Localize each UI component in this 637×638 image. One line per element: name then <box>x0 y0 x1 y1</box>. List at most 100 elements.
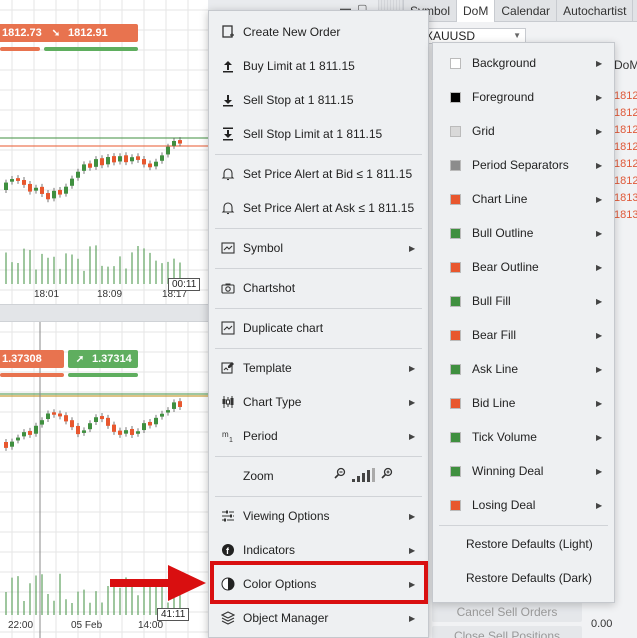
color-item-bull-fill[interactable]: Bull Fill ▶ <box>433 284 614 318</box>
candle <box>28 183 32 192</box>
zoom-step[interactable] <box>362 472 365 482</box>
zoom-out-icon[interactable] <box>334 467 346 482</box>
color-item-tick-volume[interactable]: Tick Volume ▶ <box>433 420 614 454</box>
buy-price-badge[interactable]: ➘ 1812.91 <box>44 24 138 42</box>
dom-price[interactable]: 1813 <box>614 190 637 207</box>
candle <box>124 430 128 434</box>
menu-item-symbol[interactable]: Symbol ▶ <box>209 231 428 265</box>
menu-item-viewing-options[interactable]: Viewing Options ▶ <box>209 499 428 533</box>
color-swatch <box>450 363 461 375</box>
menu-item-price-alert-ask[interactable]: Set Price Alert at Ask ≤ 1 811.15 <box>209 191 428 225</box>
zoom-step[interactable] <box>357 475 360 482</box>
color-item-foreground[interactable]: Foreground ▶ <box>433 80 614 114</box>
menu-item-object-manager[interactable]: Object Manager ▶ <box>209 601 428 635</box>
buy-spread-bar <box>68 373 138 377</box>
buy-price: 1812.91 <box>68 27 108 39</box>
color-item-bear-outline[interactable]: Bear Outline ▶ <box>433 250 614 284</box>
menu-item-label: Template <box>243 361 292 375</box>
dom-price[interactable]: 1812 <box>614 105 637 122</box>
menu-item-duplicate-chart[interactable]: Duplicate chart <box>209 311 428 345</box>
sell-price-badge[interactable]: 1.37308 <box>0 350 64 368</box>
candle <box>142 159 146 165</box>
candles-icon <box>220 394 236 410</box>
time-label: 18:09 <box>97 289 123 300</box>
dom-price[interactable]: 1813 <box>614 207 637 224</box>
sell-price-badge[interactable]: 1812.73 <box>0 24 48 42</box>
color-item-background[interactable]: Background ▶ <box>433 46 614 80</box>
restore-defaults-dark[interactable]: Restore Defaults (Dark) <box>433 561 614 595</box>
candle <box>94 159 98 167</box>
svg-text:m: m <box>222 430 229 439</box>
candle <box>4 182 8 190</box>
sell-price: 1.37308 <box>2 353 42 365</box>
menu-item-buy-limit[interactable]: Buy Limit at 1 811.15 <box>209 49 428 83</box>
chart-top[interactable]: 1812.73 ➘ 1812.91 18:01 18:09 18:17 00:11 <box>0 0 208 304</box>
color-swatch <box>450 227 461 239</box>
zoom-step[interactable] <box>367 469 370 482</box>
tab-autochartist[interactable]: Autochartist <box>557 0 634 22</box>
color-item-ask-line[interactable]: Ask Line ▶ <box>433 352 614 386</box>
duplicate-icon <box>220 320 236 336</box>
tab-dom[interactable]: DoM <box>457 0 496 22</box>
menu-item-period[interactable]: m1 Period ▶ <box>209 419 428 453</box>
color-item-winning-deal[interactable]: Winning Deal ▶ <box>433 454 614 488</box>
chevron-right-icon: ▶ <box>409 397 416 407</box>
tab-calendar[interactable]: Calendar <box>495 0 558 22</box>
chevron-right-icon: ▶ <box>409 545 416 555</box>
candle <box>88 423 92 430</box>
dom-price[interactable]: 1812 <box>614 122 637 139</box>
candle <box>118 430 122 435</box>
color-item-period-separators[interactable]: Period Separators ▶ <box>433 148 614 182</box>
menu-item-label: Period <box>243 429 278 443</box>
dom-price[interactable]: 1812 <box>614 139 637 156</box>
zoom-step[interactable] <box>372 467 375 482</box>
chart-top-canvas[interactable] <box>0 0 208 304</box>
buy-price-badge[interactable]: ➚ 1.37314 <box>68 350 138 368</box>
close-sell-positions-button[interactable]: Close Sell Positions <box>432 626 582 638</box>
candle <box>46 193 50 200</box>
time-label: 22:00 <box>8 620 34 631</box>
menu-separator <box>215 268 422 269</box>
color-item-bull-outline[interactable]: Bull Outline ▶ <box>433 216 614 250</box>
dom-price[interactable]: 1812 <box>614 88 637 105</box>
candle <box>52 412 56 415</box>
candle <box>154 417 158 425</box>
menu-item-sell-stop[interactable]: Sell Stop at 1 811.15 <box>209 83 428 117</box>
menu-item-price-alert-bid[interactable]: Set Price Alert at Bid ≤ 1 811.15 <box>209 157 428 191</box>
zoom-step[interactable] <box>352 478 355 482</box>
candle <box>40 420 44 425</box>
candle <box>34 187 38 191</box>
candle <box>160 413 164 417</box>
cancel-sell-orders-button[interactable]: Cancel Sell Orders <box>432 602 582 622</box>
menu-item-zoom: Zoom <box>209 459 428 493</box>
time-cursor-label: 41:11 <box>157 608 190 621</box>
candle <box>16 178 20 181</box>
candle <box>58 413 62 417</box>
menu-item-chart-type[interactable]: Chart Type ▶ <box>209 385 428 419</box>
time-cursor-label: 00:11 <box>168 278 201 291</box>
chart-icon <box>220 240 236 256</box>
color-item-label: Bull Fill <box>472 294 511 308</box>
dom-price[interactable]: 1812 <box>614 173 637 190</box>
menu-item-label: Chart Type <box>243 395 302 409</box>
buy-price: 1.37314 <box>92 353 132 365</box>
dom-price[interactable]: 1812 <box>614 156 637 173</box>
color-item-bid-line[interactable]: Bid Line ▶ <box>433 386 614 420</box>
candle <box>22 180 26 185</box>
chevron-right-icon: ▶ <box>596 432 603 442</box>
restore-defaults-light[interactable]: Restore Defaults (Light) <box>433 527 614 561</box>
color-item-grid[interactable]: Grid ▶ <box>433 114 614 148</box>
menu-item-create-new-order[interactable]: Create New Order <box>209 15 428 49</box>
color-item-chart-line[interactable]: Chart Line ▶ <box>433 182 614 216</box>
color-item-losing-deal[interactable]: Losing Deal ▶ <box>433 488 614 522</box>
zoom-level-slider[interactable] <box>352 467 375 482</box>
menu-item-sell-stop-limit[interactable]: Sell Stop Limit at 1 811.15 <box>209 117 428 151</box>
menu-item-label: Buy Limit at 1 811.15 <box>243 59 355 73</box>
menu-item-template[interactable]: Template ▶ <box>209 351 428 385</box>
menu-item-chartshot[interactable]: Chartshot <box>209 271 428 305</box>
color-item-bear-fill[interactable]: Bear Fill ▶ <box>433 318 614 352</box>
candle <box>76 425 80 435</box>
arrow-icon: ➚ <box>75 354 85 365</box>
chart-divider[interactable] <box>0 304 208 322</box>
zoom-in-icon[interactable] <box>381 467 393 482</box>
